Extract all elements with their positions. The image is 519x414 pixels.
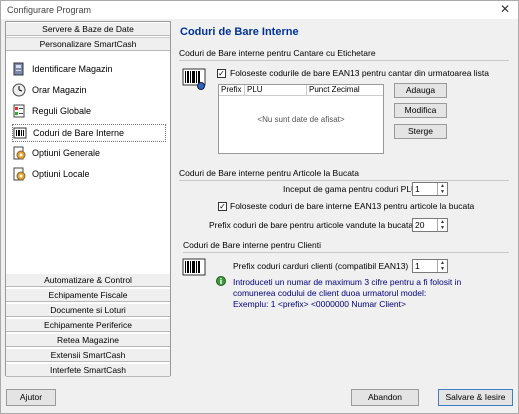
client-info-line: Exemplu: 1 <prefix> <0000000 Numar Clien…	[233, 299, 406, 309]
client-info-line: Introduceti un numar de maximum 3 cifre …	[233, 277, 462, 287]
save-exit-button[interactable]: Salvare & Iesire	[438, 389, 513, 406]
section-divider	[179, 180, 509, 181]
options-icon	[13, 146, 26, 160]
nav-item-label: Orar Magazin	[32, 85, 87, 95]
section-divider	[183, 252, 509, 253]
scale-ean13-label: Foloseste codurile de bare EAN13 pentru …	[230, 68, 489, 78]
pieces-prefix-label: Prefix coduri de bare pentru articole va…	[209, 220, 414, 230]
title-bar: Configurare Program ✕	[1, 1, 518, 19]
nav-item-reguli[interactable]: Reguli Globale	[12, 103, 166, 121]
local-options-icon	[13, 167, 26, 181]
save-exit-button-label: Salvare & Iesire	[445, 392, 506, 402]
nav-interfete-button[interactable]: Interfete SmartCash	[6, 363, 170, 377]
section-pieces-title: Coduri de Bare interne pentru Articole l…	[179, 168, 360, 178]
section-divider	[179, 60, 509, 61]
rules-icon	[13, 104, 25, 118]
configuration-window: Configurare Program ✕ Servere & Baze de …	[0, 0, 519, 414]
cancel-button[interactable]: Abandon	[351, 389, 419, 406]
client-prefix-label: Prefix coduri carduri clienti (compatibi…	[233, 261, 409, 271]
pieces-prefix-stepper[interactable]: 20 ▲ ▼	[412, 218, 448, 232]
nav-periferice-button[interactable]: Echipamente Periferice	[6, 318, 170, 332]
clock-icon	[12, 83, 26, 97]
dialog-footer: Ajutor Abandon Salvare & Iesire	[1, 383, 518, 413]
nav-documente-button[interactable]: Documente si Loturi	[6, 303, 170, 317]
pieces-ean13-label: Foloseste coduri de bare interne EAN13 p…	[230, 201, 475, 211]
nav-item-label: Reguli Globale	[32, 106, 92, 116]
client-barcode-icon	[182, 258, 206, 276]
nav-item-orar[interactable]: Orar Magazin	[12, 82, 166, 100]
nav-item-label: Identificare Magazin	[32, 64, 113, 74]
column-header[interactable]: Punct Zecimal	[307, 85, 383, 96]
plu-range-stepper[interactable]: 1 ▲ ▼	[412, 182, 448, 196]
nav-item-label: Optiuni Locale	[32, 169, 90, 179]
nav-servere-button[interactable]: Servere & Baze de Date	[6, 22, 170, 36]
section-scale-title: Coduri de Bare interne pentru Cantare cu…	[179, 48, 376, 58]
column-header[interactable]: PLU	[245, 85, 307, 96]
help-button-label: Ajutor	[19, 392, 43, 402]
nav-item-coduri[interactable]: Coduri de Bare Interne	[12, 124, 166, 142]
nav-personalizare-button[interactable]: Personalizare SmartCash	[6, 37, 170, 51]
nav-retea-button[interactable]: Retea Magazine	[6, 333, 170, 347]
pieces-prefix-value: 20	[415, 220, 425, 230]
pieces-ean13-checkbox[interactable]: ✓	[218, 202, 227, 211]
nav-item-label: Optiuni Generale	[32, 148, 101, 158]
cancel-button-label: Abandon	[367, 392, 403, 402]
settings-content: Coduri de Bare Interne Coduri de Bare in…	[175, 21, 515, 376]
column-header[interactable]: Prefix	[219, 85, 245, 96]
empty-list-text: <Nu sunt date de afisat>	[257, 115, 345, 124]
nav-item-identificare[interactable]: Identificare Magazin	[12, 61, 166, 79]
window-title: Configurare Program	[7, 5, 92, 15]
client-prefix-value: 1	[415, 261, 420, 271]
barcode-icon	[13, 127, 27, 139]
plu-range-value: 1	[415, 184, 420, 194]
navigation-panel: Servere & Baze de Date Personalizare Sma…	[5, 21, 171, 377]
delete-button[interactable]: Sterge	[394, 124, 447, 139]
nav-item-optiuni-locale[interactable]: Optiuni Locale	[12, 166, 166, 184]
nav-automatizare-button[interactable]: Automatizare & Control	[6, 273, 170, 287]
client-info-line: comunerea codului de client duoa urmator…	[233, 288, 427, 298]
close-icon[interactable]: ✕	[500, 2, 510, 16]
nav-fiscale-button[interactable]: Echipamente Fiscale	[6, 288, 170, 302]
add-button[interactable]: Adauga	[394, 83, 447, 98]
nav-item-label: Coduri de Bare Interne	[33, 128, 125, 138]
spinner-arrows-icon[interactable]: ▲ ▼	[437, 219, 447, 231]
section-clients-title: Coduri de Bare interne pentru Clienti	[183, 240, 321, 250]
id-card-icon	[13, 62, 24, 76]
scale-ean13-checkbox[interactable]: ✓	[217, 69, 226, 78]
spinner-arrows-icon[interactable]: ▲ ▼	[437, 183, 447, 195]
plu-range-label: Inceput de gama pentru coduri PLU	[283, 184, 418, 194]
nav-item-optiuni-generale[interactable]: Optiuni Generale	[12, 145, 166, 163]
nav-extensii-button[interactable]: Extensii SmartCash	[6, 348, 170, 362]
scale-prefix-list[interactable]: Prefix PLU Punct Zecimal <Nu sunt date d…	[218, 84, 384, 154]
scale-barcode-icon	[182, 68, 206, 90]
modify-button[interactable]: Modifica	[394, 103, 447, 118]
page-title: Coduri de Bare Interne	[180, 26, 299, 38]
info-icon	[216, 276, 226, 286]
help-button[interactable]: Ajutor	[6, 389, 56, 406]
client-prefix-stepper[interactable]: 1 ▲ ▼	[412, 259, 448, 273]
spinner-arrows-icon[interactable]: ▲ ▼	[437, 260, 447, 272]
